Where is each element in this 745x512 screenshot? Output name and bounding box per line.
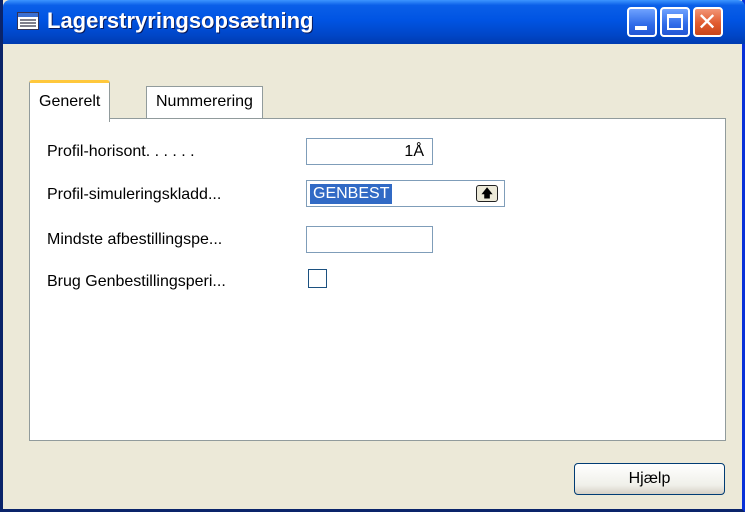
profil-horisont-field[interactable]: 1Å	[306, 138, 433, 165]
arrow-up-icon: 🡅	[480, 186, 494, 200]
tab-label: Generelt	[39, 93, 101, 110]
close-icon: ✕	[697, 8, 718, 36]
minimize-button[interactable]	[627, 7, 657, 37]
title-bar[interactable]: Lagerstryringsopsætning ✕	[3, 0, 745, 44]
tab-label: Nummerering	[156, 93, 253, 110]
profil-simulering-label: Profil-simuleringskladd...	[47, 186, 222, 203]
tab-generelt[interactable]: Generelt	[29, 80, 111, 122]
tab-nummerering[interactable]: Nummerering	[146, 86, 263, 118]
lookup-button[interactable]: 🡅	[476, 185, 498, 202]
form-icon	[17, 12, 39, 30]
maximize-icon	[667, 14, 683, 30]
dialog-window: Lagerstryringsopsætning ✕ Generelt Numme…	[0, 0, 745, 512]
mindste-afbestilling-field[interactable]	[306, 226, 433, 253]
profil-simulering-field[interactable]: GENBEST 🡅	[306, 180, 505, 207]
help-button[interactable]: Hjælp	[574, 463, 725, 495]
maximize-button[interactable]	[660, 7, 690, 37]
window-title: Lagerstryringsopsætning	[47, 8, 314, 33]
close-button[interactable]: ✕	[693, 7, 723, 37]
profil-horisont-label: Profil-horisont. . . . . .	[47, 143, 195, 160]
profil-horisont-value: 1Å	[404, 143, 424, 160]
minimize-icon	[635, 26, 647, 30]
profil-simulering-value: GENBEST	[310, 184, 393, 204]
mindste-afbestilling-label: Mindste afbestillingspe...	[47, 231, 223, 248]
brug-genbestilling-checkbox[interactable]	[308, 269, 327, 288]
brug-genbestilling-label: Brug Genbestillingsperi...	[47, 273, 226, 290]
